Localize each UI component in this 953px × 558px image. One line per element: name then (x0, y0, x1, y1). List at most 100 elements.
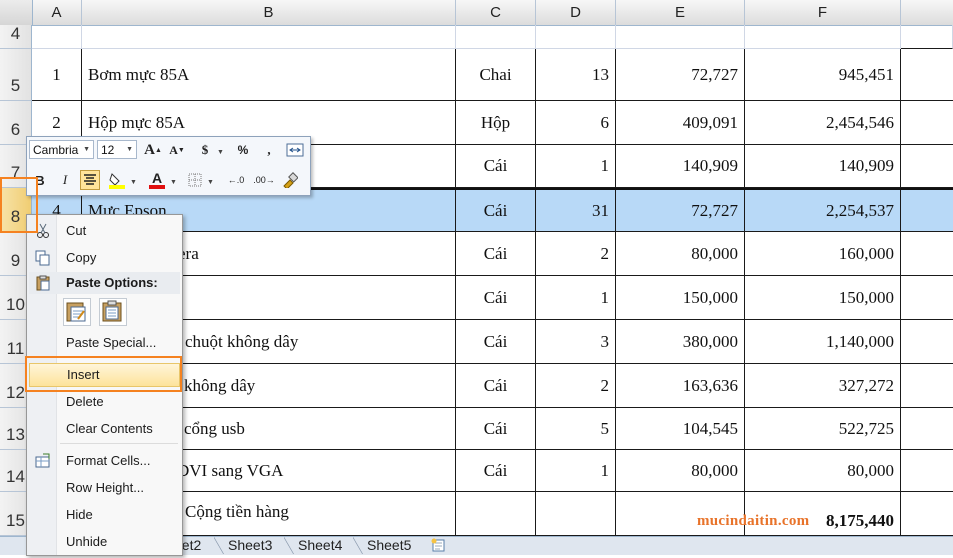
cell-qty[interactable]: 3 (536, 320, 616, 364)
menu-item-cut[interactable]: Cut (29, 219, 180, 243)
sheet-tab[interactable]: Sheet5 (353, 537, 419, 554)
cell-qty[interactable]: 31 (536, 190, 616, 232)
cell-price[interactable]: 80,000 (616, 450, 745, 492)
cell-unit[interactable]: Chai (456, 49, 536, 101)
row-header[interactable]: 4 (0, 24, 32, 49)
accounting-format-button[interactable]: $ (195, 140, 215, 160)
cell-unit[interactable] (456, 492, 536, 536)
cell-amount[interactable]: 140,909 (745, 145, 901, 188)
cell-stt[interactable]: 1 (32, 49, 82, 101)
format-painter-button[interactable] (280, 170, 300, 190)
cell-qty[interactable]: 1 (536, 145, 616, 188)
chevron-down-icon[interactable]: ▼ (207, 179, 214, 186)
center-align-button[interactable] (80, 170, 100, 190)
cell-unit[interactable]: Cái (456, 190, 536, 232)
sheet-tab[interactable]: Sheet4 (284, 537, 350, 554)
chevron-down-icon[interactable]: ▼ (130, 179, 137, 186)
cell[interactable] (32, 25, 82, 49)
cell-amount[interactable]: 2,454,546 (745, 101, 901, 145)
cell[interactable] (901, 25, 953, 49)
cell[interactable] (616, 25, 745, 49)
cell-price[interactable]: 80,000 (616, 232, 745, 276)
cell-qty[interactable]: 1 (536, 276, 616, 320)
cell-qty[interactable] (536, 492, 616, 536)
fill-color-button[interactable] (107, 170, 127, 190)
font-color-button[interactable]: A (147, 170, 167, 190)
cell-amount[interactable]: 945,451 (745, 49, 901, 101)
menu-item-format-cells[interactable]: Format Cells... (29, 449, 180, 473)
increase-decimal-button[interactable]: ←.0 (223, 170, 249, 190)
cell-unit[interactable]: Cái (456, 408, 536, 450)
cell[interactable] (745, 25, 901, 49)
cell[interactable] (901, 408, 953, 450)
cell-price[interactable]: 104,545 (616, 408, 745, 450)
cell[interactable] (82, 25, 456, 49)
paste-option-button[interactable] (63, 298, 91, 326)
cell[interactable] (536, 25, 616, 49)
menu-item-paste-special[interactable]: Paste Special... (29, 331, 180, 355)
cell-qty[interactable]: 1 (536, 450, 616, 492)
cell[interactable] (456, 25, 536, 49)
paste-values-button[interactable] (99, 298, 127, 326)
cell-unit[interactable]: Cái (456, 276, 536, 320)
cell-amount[interactable]: 522,725 (745, 408, 901, 450)
cell-qty[interactable]: 13 (536, 49, 616, 101)
cell[interactable] (901, 190, 953, 232)
grow-font-button[interactable]: A ▲ (143, 140, 163, 160)
column-header-f[interactable]: F (745, 0, 901, 25)
menu-item-hide[interactable]: Hide (29, 503, 180, 527)
decrease-decimal-button[interactable]: .00→ (251, 170, 277, 190)
font-name-combo[interactable]: Cambria ▼ (29, 140, 94, 159)
column-header-g[interactable] (901, 0, 953, 25)
cell[interactable] (901, 492, 953, 536)
column-header-c[interactable]: C (456, 0, 536, 25)
cell-unit[interactable]: Cái (456, 232, 536, 276)
chevron-down-icon[interactable]: ▼ (170, 179, 177, 186)
comma-style-button[interactable]: , (259, 140, 279, 160)
cell[interactable] (901, 49, 953, 101)
cell-amount[interactable]: 2,254,537 (745, 190, 901, 232)
menu-item-delete[interactable]: Delete (29, 390, 180, 414)
chevron-down-icon[interactable]: ▼ (217, 149, 224, 156)
cell-price[interactable]: 72,727 (616, 49, 745, 101)
cell-qty[interactable]: 2 (536, 232, 616, 276)
cell-amount[interactable]: 160,000 (745, 232, 901, 276)
cell-price[interactable]: 409,091 (616, 101, 745, 145)
percent-style-button[interactable]: % (233, 140, 253, 160)
cell-unit[interactable]: Cái (456, 145, 536, 188)
menu-item-row-height[interactable]: Row Height... (29, 476, 180, 500)
cell[interactable] (901, 364, 953, 408)
borders-button[interactable] (185, 170, 205, 190)
insert-sheet-icon[interactable] (430, 538, 448, 553)
row-header[interactable]: 5 (0, 49, 32, 101)
cell[interactable] (901, 101, 953, 145)
cell-price[interactable]: 380,000 (616, 320, 745, 364)
cell-product[interactable]: Bơm mực 85A (82, 49, 456, 101)
cell-amount[interactable]: 80,000 (745, 450, 901, 492)
cell-amount[interactable]: 150,000 (745, 276, 901, 320)
cell-qty[interactable]: 5 (536, 408, 616, 450)
cell[interactable] (901, 320, 953, 364)
cell[interactable] (901, 450, 953, 492)
cell-qty[interactable]: 2 (536, 364, 616, 408)
merge-center-button[interactable] (285, 140, 305, 160)
cell[interactable] (901, 232, 953, 276)
cell-qty[interactable]: 6 (536, 101, 616, 145)
menu-item-unhide[interactable]: Unhide (29, 530, 180, 554)
column-header-a[interactable]: A (32, 0, 82, 25)
column-header-d[interactable]: D (536, 0, 616, 25)
cell[interactable] (901, 276, 953, 320)
cell-unit[interactable]: Cái (456, 364, 536, 408)
cell-unit[interactable]: Cái (456, 450, 536, 492)
cell-price[interactable]: 163,636 (616, 364, 745, 408)
cell[interactable] (901, 145, 953, 188)
column-header-b[interactable]: B (82, 0, 456, 25)
cell-amount[interactable]: 327,272 (745, 364, 901, 408)
cell-price[interactable]: 150,000 (616, 276, 745, 320)
cell-unit[interactable]: Cái (456, 320, 536, 364)
cell-unit[interactable]: Hộp (456, 101, 536, 145)
cell-price[interactable]: 140,909 (616, 145, 745, 188)
italic-button[interactable]: I (55, 170, 75, 190)
cell-amount[interactable]: 1,140,000 (745, 320, 901, 364)
menu-item-clear-contents[interactable]: Clear Contents (29, 417, 180, 441)
